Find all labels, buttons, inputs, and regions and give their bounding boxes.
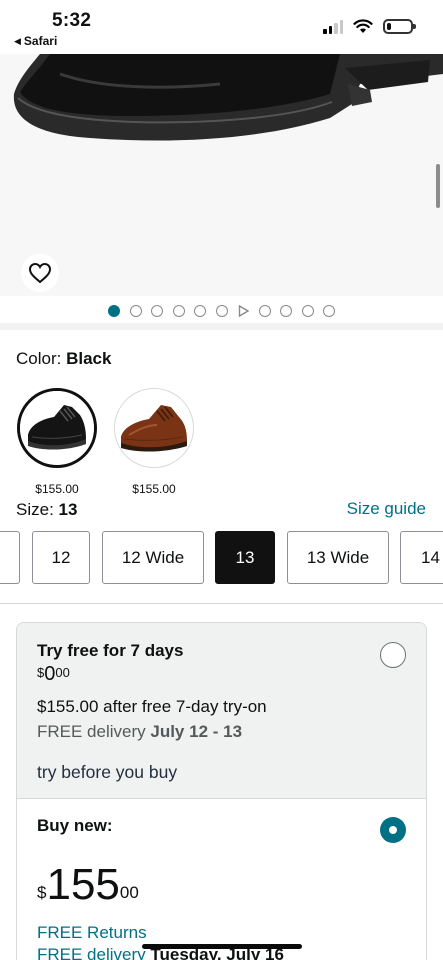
color-label: Color: Black xyxy=(16,349,111,369)
image-page-dot[interactable] xyxy=(323,305,335,317)
try-free-delivery: FREE delivery July 12 - 13 xyxy=(37,722,242,742)
radio-dot xyxy=(389,826,397,834)
image-page-dot[interactable] xyxy=(194,305,206,317)
try-free-title: Try free for 7 days xyxy=(37,641,184,660)
image-page-dot[interactable] xyxy=(215,305,228,317)
buy-new-radio[interactable] xyxy=(380,817,406,843)
black-shoe-image xyxy=(13,54,443,141)
image-page-dot[interactable] xyxy=(280,305,292,317)
divider xyxy=(0,603,443,604)
color-swatch-black[interactable] xyxy=(17,388,97,468)
status-time: 5:32 xyxy=(52,10,92,31)
battery-icon xyxy=(383,19,416,34)
section-divider xyxy=(0,323,443,330)
image-page-dot[interactable] xyxy=(129,305,142,317)
scroll-indicator[interactable] xyxy=(436,164,440,208)
selected-size: 13 xyxy=(58,500,78,519)
buy-new-price-symbol: $ xyxy=(37,883,47,902)
image-page-dot[interactable] xyxy=(108,305,120,317)
size-selector: 12 12 Wide 13 13 Wide 14 xyxy=(0,531,443,585)
image-page-dot[interactable] xyxy=(151,305,163,317)
wifi-icon xyxy=(353,19,373,33)
size-option-13-wide[interactable]: 13 Wide xyxy=(287,531,389,584)
buy-new-title: Buy new: xyxy=(37,816,113,835)
heart-icon xyxy=(28,262,52,284)
status-bar: 5:32 ◀ Safari xyxy=(0,0,443,54)
size-option-14[interactable]: 14 xyxy=(400,531,443,584)
cellular-signal-icon xyxy=(323,19,343,34)
color-swatch-brown-price: $155.00 xyxy=(132,482,176,496)
try-free-delivery-prefix: FREE delivery xyxy=(37,722,146,741)
purchase-options: Try free for 7 days $000 $155.00 after f… xyxy=(16,622,427,960)
image-page-dot[interactable] xyxy=(258,305,271,317)
size-option-13[interactable]: 13 xyxy=(215,531,275,584)
size-option-12[interactable]: 12 xyxy=(32,531,90,584)
try-free-price-whole: 0 xyxy=(44,663,56,685)
color-swatch-brown[interactable] xyxy=(114,388,194,468)
try-before-you-buy-logo: try before you buy xyxy=(37,762,178,782)
try-free-price-symbol: $ xyxy=(37,665,45,680)
color-label-text: Color: xyxy=(16,349,62,368)
try-free-delivery-dates: July 12 - 13 xyxy=(150,722,243,741)
size-guide-link[interactable]: Size guide xyxy=(347,499,426,519)
size-option-12-wide[interactable]: 12 Wide xyxy=(102,531,204,584)
home-indicator[interactable] xyxy=(142,944,302,949)
selected-color: Black xyxy=(66,349,112,368)
free-returns-link[interactable]: FREE Returns xyxy=(37,923,147,943)
buy-new-price: $15500 xyxy=(37,859,139,911)
buy-new-price-whole: 155 xyxy=(46,860,120,909)
offer-separator xyxy=(17,798,426,799)
size-label-text: Size: xyxy=(16,500,54,519)
buy-new-delivery-prefix[interactable]: FREE delivery xyxy=(37,945,146,960)
status-icons xyxy=(323,19,416,34)
video-thumbnail-icon[interactable] xyxy=(237,305,249,317)
add-to-list-button[interactable] xyxy=(21,254,59,292)
image-page-dot[interactable] xyxy=(301,305,314,317)
size-label: Size: 13 xyxy=(16,500,77,520)
product-image[interactable] xyxy=(0,54,443,296)
color-swatch-black-price: $155.00 xyxy=(35,482,79,496)
size-option-partial-left[interactable] xyxy=(0,531,20,584)
back-to-app-button[interactable]: ◀ Safari xyxy=(14,34,57,48)
battery-level xyxy=(387,23,391,30)
image-pagination[interactable] xyxy=(0,300,443,322)
black-shoe-thumbnail xyxy=(20,391,94,465)
buy-new-price-fraction: 00 xyxy=(119,883,139,902)
try-free-price-fraction: 00 xyxy=(55,665,70,680)
brown-shoe-thumbnail xyxy=(115,389,193,467)
back-app-label: Safari xyxy=(23,34,58,48)
try-free-radio[interactable] xyxy=(380,642,406,668)
image-page-dot[interactable] xyxy=(172,305,185,317)
try-free-price: $000 xyxy=(37,663,70,686)
try-free-after-price: $155.00 after free 7-day try-on xyxy=(37,697,267,716)
back-arrow-icon: ◀ xyxy=(14,35,21,46)
